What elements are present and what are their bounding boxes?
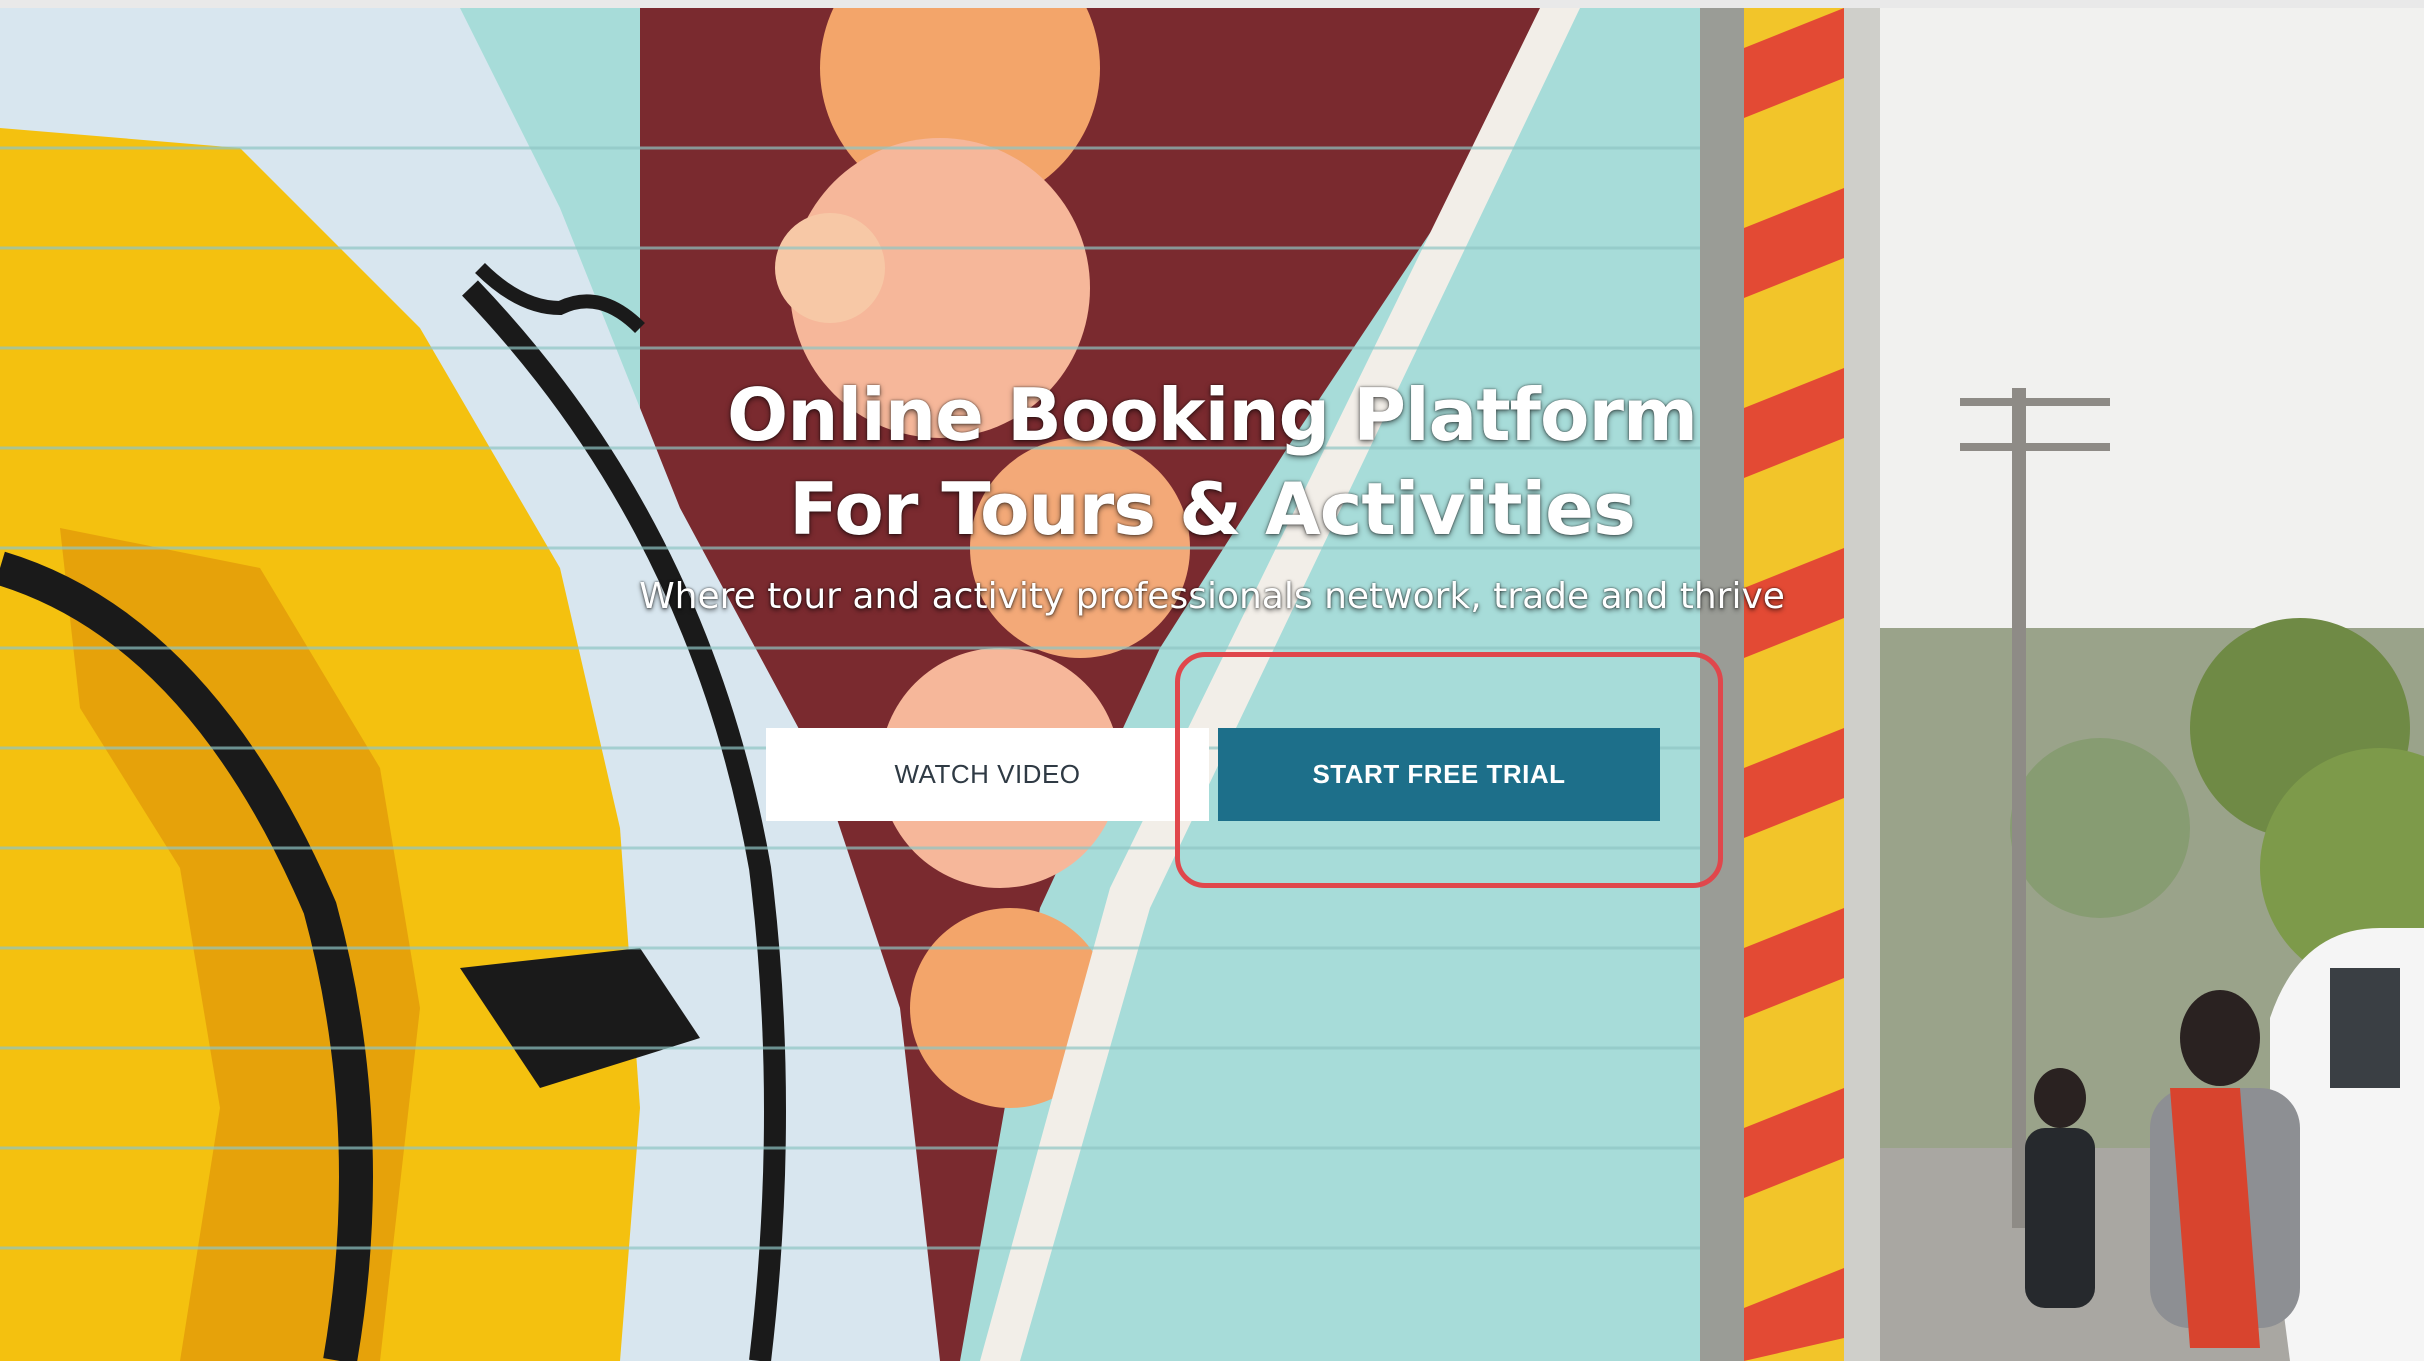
hero-subheadline: Where tour and activity professionals ne… xyxy=(639,576,1785,617)
hero-section: Online Booking Platform For Tours & Acti… xyxy=(0,8,2424,1361)
hero-headline-line2: For Tours & Activities xyxy=(789,467,1636,551)
watch-video-button[interactable]: WATCH VIDEO xyxy=(766,728,1209,821)
page: Online Booking Platform For Tours & Acti… xyxy=(0,0,2424,1361)
hero-headline-line1: Online Booking Platform xyxy=(727,373,1698,457)
hero-headline: Online Booking Platform For Tours & Acti… xyxy=(0,368,2424,556)
start-free-trial-button[interactable]: START FREE TRIAL xyxy=(1218,728,1660,821)
cta-button-group: WATCH VIDEO START FREE TRIAL xyxy=(766,720,1666,821)
hero-background-image xyxy=(0,8,2424,1361)
top-strip xyxy=(0,0,2424,8)
hero-content: Online Booking Platform For Tours & Acti… xyxy=(0,368,2424,620)
